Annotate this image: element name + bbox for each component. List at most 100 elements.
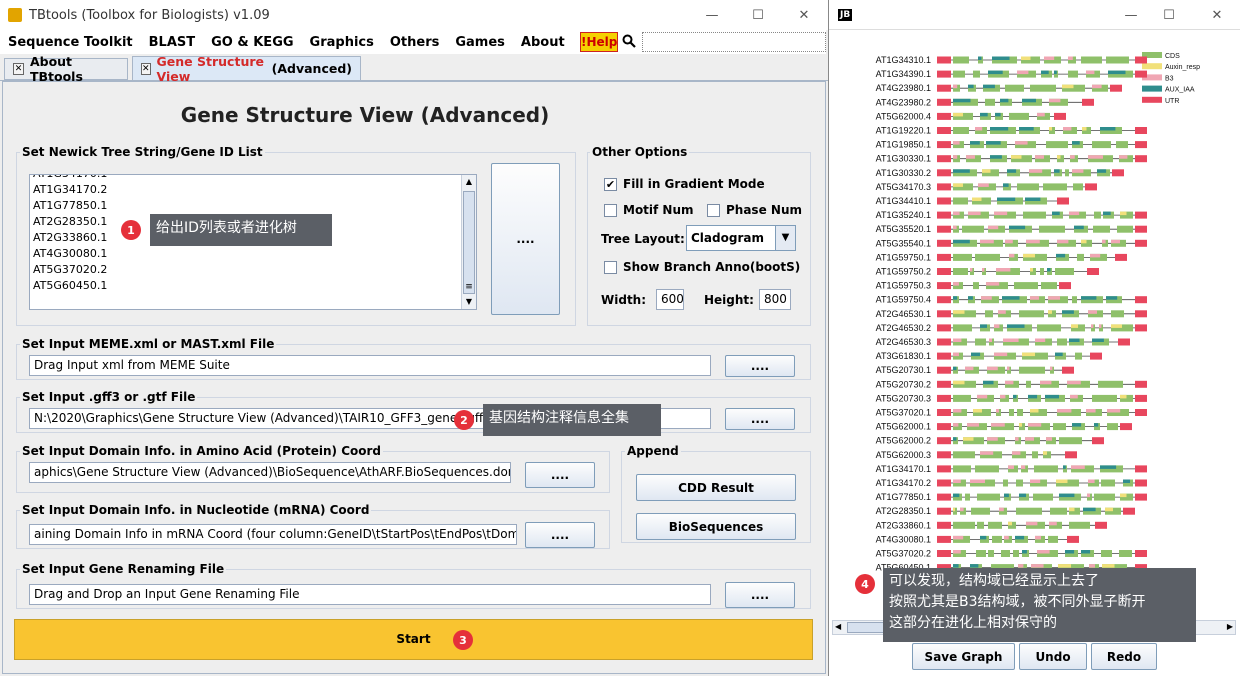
close-button[interactable]: ✕: [1199, 4, 1235, 26]
fill-gradient-checkbox[interactable]: ✔ Fill in Gradient Mode: [604, 177, 765, 191]
tab-gene-structure-view[interactable]: ✕ Gene Structure View (Advanced): [132, 54, 361, 84]
cds-block: [1101, 479, 1115, 487]
cds-block: [976, 550, 986, 557]
maximize-button[interactable]: ☐: [740, 4, 776, 26]
tab-about-tbtools[interactable]: ✕ About TBtools: [4, 54, 128, 84]
utr-block: [937, 183, 951, 191]
b3-domain: [960, 507, 964, 512]
b3-domain: [1063, 127, 1072, 131]
menu-sequence-toolkit[interactable]: Sequence Toolkit: [6, 35, 135, 50]
auxin-resp-domain: [1082, 127, 1087, 131]
aux-iaa-domain: [983, 380, 994, 385]
aux-iaa-domain: [978, 56, 982, 60]
minimize-button[interactable]: —: [694, 4, 730, 26]
page-title: Gene Structure View (Advanced): [180, 103, 550, 127]
auxin-resp-domain: [982, 169, 991, 173]
domain-nt-browse-button[interactable]: ....: [525, 522, 595, 548]
cds-block: [953, 451, 975, 459]
tree-browse-button[interactable]: ....: [491, 163, 560, 315]
b3-domain: [1030, 479, 1041, 483]
utr-block: [937, 423, 951, 431]
cds-block: [1081, 56, 1102, 64]
checkmark-icon: ✔: [604, 177, 617, 191]
biosequences-button[interactable]: BioSequences: [636, 513, 796, 540]
cds-block: [1116, 141, 1128, 149]
rename-file-input[interactable]: Drag and Drop an Input Gene Renaming Fil…: [29, 584, 711, 605]
utr-block: [937, 521, 951, 529]
legend-label: CDS: [1165, 53, 1180, 60]
utr-block: [937, 380, 951, 388]
motif-num-checkbox[interactable]: Motif Num: [604, 203, 694, 217]
cds-block: [1073, 183, 1083, 191]
gene-label: AT1G59750.1: [876, 252, 931, 262]
auxin-resp-domain: [1105, 507, 1113, 512]
minimize-button[interactable]: —: [1113, 4, 1149, 26]
legend-swatch: [1142, 63, 1162, 70]
gff-browse-button[interactable]: ....: [725, 408, 795, 430]
tab-close-icon[interactable]: ✕: [13, 63, 24, 75]
b3-domain: [981, 296, 992, 300]
phase-num-checkbox[interactable]: Phase Num: [707, 203, 802, 217]
search-input[interactable]: [642, 32, 826, 52]
b3-domain: [1070, 394, 1078, 399]
start-button[interactable]: Start: [14, 619, 813, 660]
cds-block: [1017, 183, 1039, 191]
utr-block: [937, 352, 951, 360]
scroll-right-icon[interactable]: ▶: [1227, 622, 1233, 631]
menu-graphics[interactable]: Graphics: [308, 35, 376, 50]
scroll-thumb[interactable]: ≡: [463, 191, 475, 294]
aux-iaa-domain: [971, 352, 981, 357]
utr-block: [1120, 423, 1132, 431]
redo-button[interactable]: Redo: [1091, 643, 1157, 670]
cds-block: [1032, 451, 1038, 459]
other-options-label: Other Options: [590, 145, 690, 159]
aux-iaa-domain: [1004, 493, 1009, 498]
undo-button[interactable]: Undo: [1019, 643, 1087, 670]
tree-layout-select[interactable]: Cladogram ▼: [686, 225, 796, 251]
b3-domain: [1000, 394, 1006, 399]
scroll-left-icon[interactable]: ◀: [835, 622, 841, 631]
cdd-result-button[interactable]: CDD Result: [636, 474, 796, 501]
save-graph-button[interactable]: Save Graph: [912, 643, 1015, 670]
aux-iaa-domain: [1022, 98, 1036, 103]
menu-games[interactable]: Games: [453, 35, 507, 50]
cds-block: [992, 535, 1002, 543]
menu-others[interactable]: Others: [388, 35, 442, 50]
legend-label: AUX_IAA: [1165, 87, 1195, 94]
cds-block: [977, 493, 1000, 501]
rename-browse-button[interactable]: ....: [725, 582, 795, 608]
help-button[interactable]: !Help: [580, 32, 618, 52]
domain-aa-browse-button[interactable]: ....: [525, 462, 595, 488]
tab-close-icon[interactable]: ✕: [141, 62, 151, 75]
meme-browse-button[interactable]: ....: [725, 355, 795, 377]
aux-iaa-domain: [953, 366, 957, 371]
scroll-down-icon[interactable]: ▼: [462, 295, 476, 309]
aux-iaa-domain: [1108, 70, 1126, 75]
b3-domain: [1005, 239, 1013, 244]
cds-block: [1117, 225, 1133, 233]
search-icon[interactable]: [622, 34, 636, 48]
scroll-up-icon[interactable]: ▲: [462, 175, 476, 189]
cds-block: [1107, 423, 1118, 431]
utr-block: [937, 282, 951, 290]
close-button[interactable]: ✕: [786, 4, 822, 26]
menu-go-kegg[interactable]: GO & KEGG: [209, 35, 295, 50]
domain-nt-file-input[interactable]: aining Domain Info in mRNA Coord (four c…: [29, 524, 517, 545]
menu-about[interactable]: About: [519, 35, 567, 50]
width-field[interactable]: 600: [656, 289, 684, 310]
vertical-scrollbar[interactable]: ▲ ≡ ▼: [461, 175, 476, 309]
gene-structure-graph: CDS Auxin_resp B3 AUX_IAA UTR AT1G34310.1 AT1…: [876, 52, 1200, 573]
meme-file-input[interactable]: Drag Input xml from MEME Suite: [29, 355, 711, 376]
tree-layout-label: Tree Layout:: [601, 232, 685, 246]
gene-label: AT3G61830.1: [876, 351, 931, 361]
chevron-down-icon[interactable]: ▼: [775, 226, 795, 250]
b3-domain: [989, 338, 992, 342]
aux-iaa-domain: [1025, 197, 1041, 201]
branch-anno-checkbox[interactable]: Show Branch Anno(bootS): [604, 260, 800, 274]
app-logo-icon: [8, 8, 22, 22]
menu-blast[interactable]: BLAST: [147, 35, 197, 50]
height-field[interactable]: 800: [759, 289, 791, 310]
domain-aa-file-input[interactable]: aphics\Gene Structure View (Advanced)\Bi…: [29, 462, 511, 483]
maximize-button[interactable]: ☐: [1151, 4, 1187, 26]
utr-block: [1135, 296, 1147, 304]
